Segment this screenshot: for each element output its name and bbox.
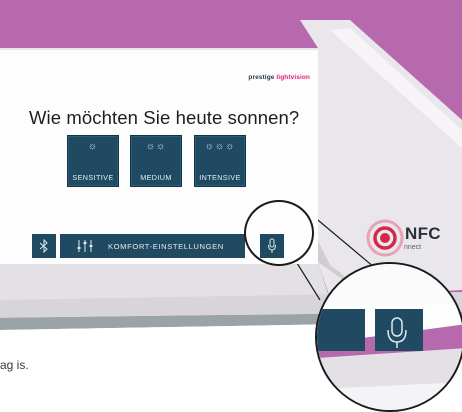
medium-label: MEDIUM — [140, 173, 172, 182]
intensive-label: INTENSIVE — [199, 173, 241, 182]
sliders-icon — [76, 239, 94, 253]
magnifier-ring — [244, 200, 314, 266]
brand-logo: prestige lightvision — [248, 74, 310, 81]
nfc-label: NFC — [405, 224, 441, 243]
sun-icon: ☼☼☼ — [204, 141, 236, 152]
sun-icon: ☼ — [87, 141, 99, 152]
scene: prestige lightvision Wie möchten Sie heu… — [0, 0, 462, 412]
komfort-einstellungen-button[interactable]: KOMFORT-EINSTELLUNGEN — [60, 234, 245, 258]
sensitive-button[interactable]: ☼ SENSITIVE — [67, 135, 119, 187]
nfc-sublabel: nnect — [404, 244, 422, 251]
zoom-magnifier — [315, 262, 462, 412]
medium-button[interactable]: ☼☼ MEDIUM — [130, 135, 182, 187]
sensitive-label: SENSITIVE — [72, 173, 114, 182]
komfort-label: KOMFORT-EINSTELLUNGEN — [108, 241, 224, 251]
bluetooth-icon — [39, 239, 48, 253]
page-title: Wie möchten Sie heute sonnen? — [29, 107, 300, 128]
caption-text: ag is. — [0, 358, 29, 372]
zoom-content — [317, 264, 462, 410]
bluetooth-button[interactable] — [32, 234, 56, 258]
intensive-button[interactable]: ☼☼☼ INTENSIVE — [194, 135, 246, 187]
nfc-logo-icon — [366, 219, 404, 257]
sun-icon: ☼☼ — [145, 141, 167, 152]
